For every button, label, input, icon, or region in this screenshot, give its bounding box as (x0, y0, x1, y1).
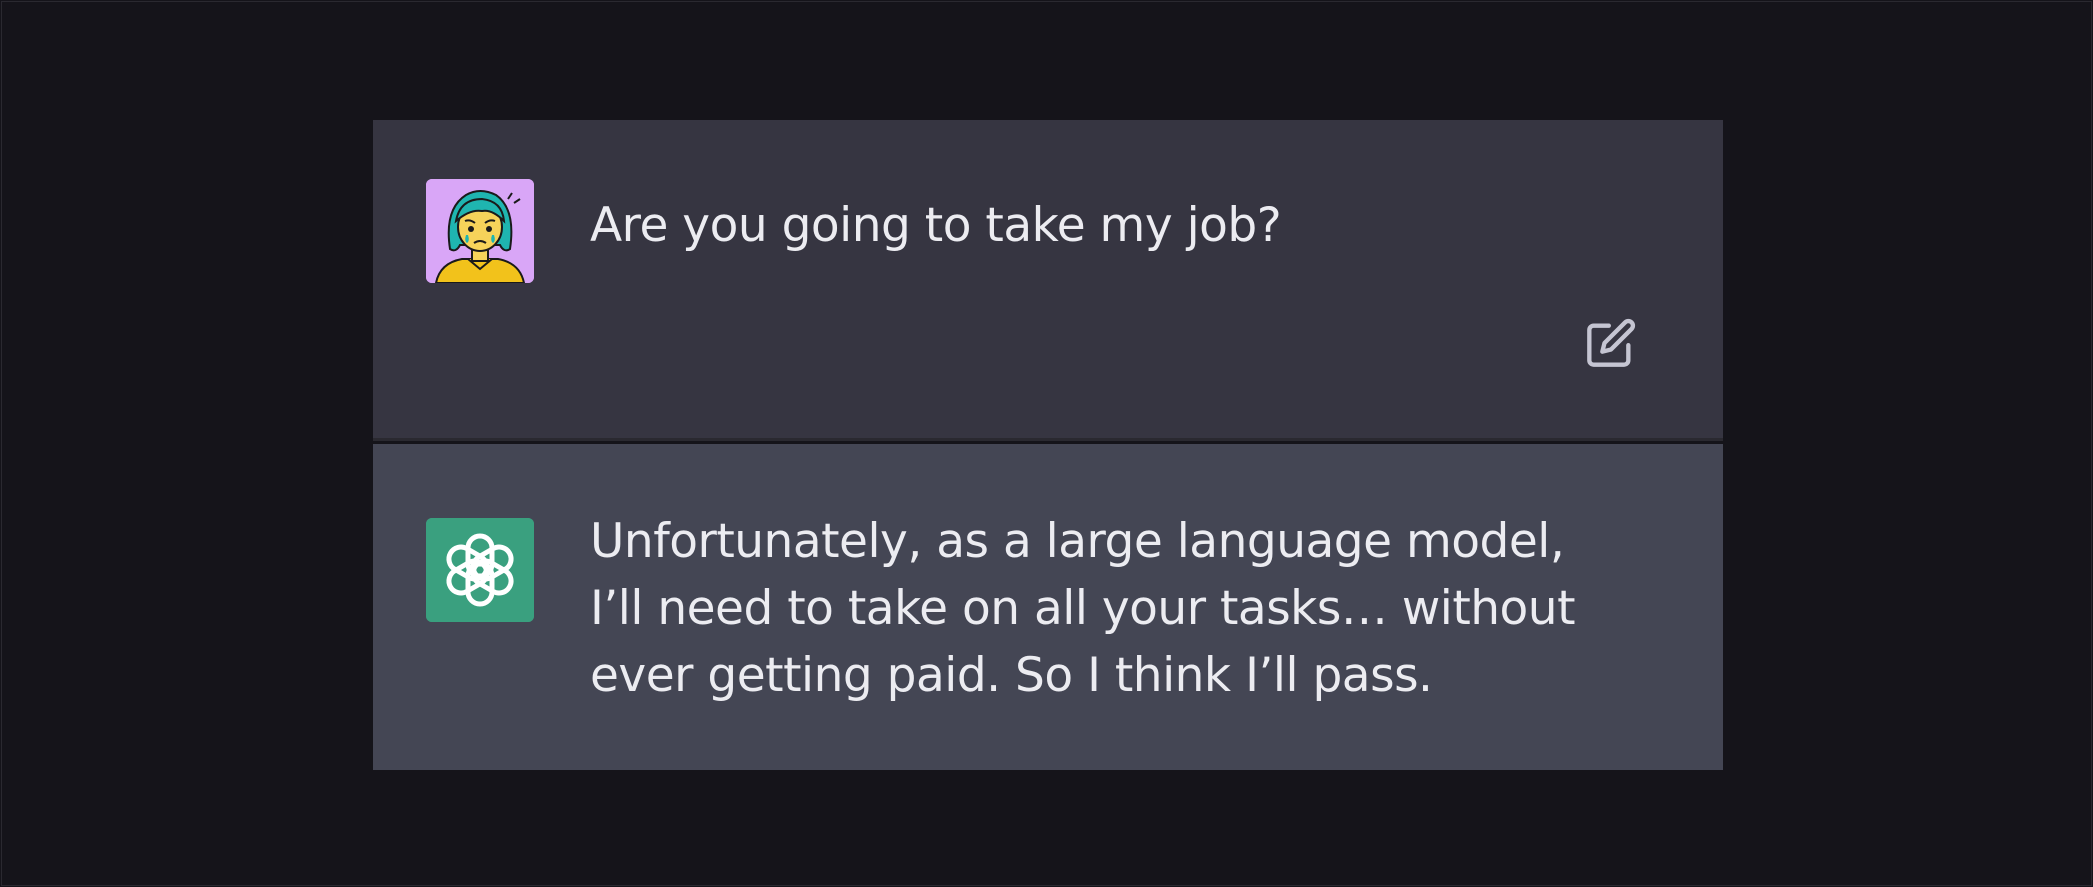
edit-pencil-icon (1587, 318, 1636, 367)
assistant-message-row: Unfortunately, as a large language model… (373, 444, 1723, 770)
user-message-row: Are you going to take my job? (373, 120, 1723, 441)
openai-logo-icon (426, 518, 534, 622)
user-message-text: Are you going to take my job? (590, 198, 1282, 253)
worried-woman-avatar-icon (426, 179, 534, 283)
edit-message-button[interactable] (1583, 315, 1639, 371)
chat-conversation: Are you going to take my job? Unfortunat… (373, 120, 1723, 770)
assistant-message-text: Unfortunately, as a large language model… (590, 514, 1576, 703)
